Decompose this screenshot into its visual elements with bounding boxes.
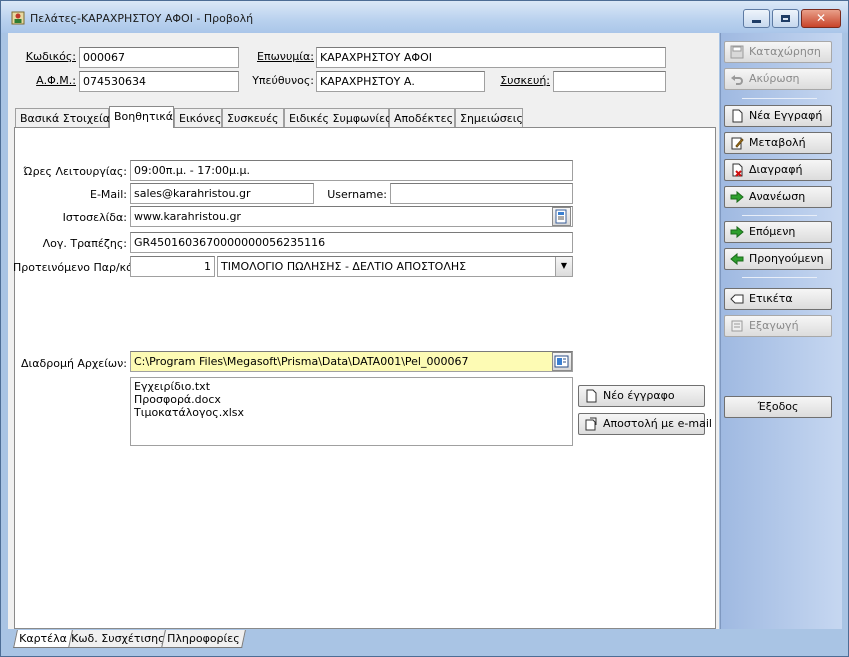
- doc-number-field[interactable]: 1: [130, 256, 215, 277]
- app-window: Πελάτες-ΚΑΡΑΧΡΗΣΤΟΥ ΑΦΟΙ - Προβολή ✕ Κωδ…: [0, 0, 849, 657]
- bottom-tab-card[interactable]: Καρτέλα: [13, 630, 73, 648]
- afm-label: Α.Φ.Μ.:: [36, 74, 76, 87]
- tag-icon: [730, 294, 744, 304]
- new-record-icon: [732, 109, 743, 123]
- separator: [742, 277, 817, 278]
- title-bar: Πελάτες-ΚΑΡΑΧΡΗΣΤΟΥ ΑΦΟΙ - Προβολή ✕: [1, 1, 848, 33]
- website-field[interactable]: www.karahristou.gr: [130, 206, 573, 227]
- bottom-tab-correlation-codes[interactable]: Κωδ. Συσχέτισης: [65, 630, 171, 648]
- window-title: Πελάτες-ΚΑΡΑΧΡΗΣΤΟΥ ΑΦΟΙ - Προβολή: [30, 12, 254, 25]
- arrow-right-icon: [730, 225, 744, 239]
- maximize-button[interactable]: [772, 9, 799, 28]
- web-page-icon: [555, 209, 567, 224]
- doc-type-select[interactable]: ΤΙΜΟΛΟΓΙΟ ΠΩΛΗΣΗΣ - ΔΕΛΤΙΟ ΑΠΟΣΤΟΛΗΣ: [217, 256, 573, 277]
- hours-label: Ώρες Λειτουργίας:: [23, 165, 127, 178]
- new-document-icon: [586, 389, 597, 403]
- export-button[interactable]: Εξαγωγή: [724, 315, 832, 337]
- maximize-icon: [781, 15, 790, 22]
- doc-type-dropdown-button[interactable]: ▼: [555, 257, 572, 276]
- responsible-field[interactable]: ΚΑΡΑΧΡΗΣΤΟΥ Α.: [316, 71, 485, 92]
- save-button[interactable]: Καταχώρηση: [724, 41, 832, 63]
- close-button[interactable]: ✕: [801, 9, 841, 28]
- arrow-left-icon: [730, 252, 744, 266]
- bank-label: Λογ. Τραπέζης:: [42, 237, 127, 250]
- device-label: Συσκευή:: [500, 74, 550, 87]
- save-icon: [730, 45, 744, 59]
- list-item[interactable]: Προσφορά.docx: [134, 393, 569, 406]
- path-label: Διαδρομή Αρχείων:: [21, 357, 127, 370]
- bottom-tab-info[interactable]: Πληροφορίες: [161, 630, 246, 648]
- doc-label: Προτεινόμενο Παρ/κό:: [13, 261, 137, 274]
- refresh-button[interactable]: Ανανέωση: [724, 186, 832, 208]
- tab-basic[interactable]: Βασικά Στοιχεία: [15, 108, 110, 127]
- minimize-button[interactable]: [743, 9, 770, 28]
- responsible-label: Υπεύθυνος:: [252, 74, 314, 87]
- file-path-field[interactable]: C:\Program Files\Megasoft\Prisma\Data\DA…: [130, 351, 573, 372]
- browse-folder-button[interactable]: [552, 352, 572, 371]
- files-list[interactable]: Εγχειρίδιο.txt Προσφορά.docx Τιμοκατάλογ…: [130, 377, 573, 446]
- name-label: Επωνυμία:: [257, 50, 314, 63]
- username-label: Username:: [327, 188, 387, 201]
- minimize-icon: [752, 20, 761, 23]
- chevron-down-icon: ▼: [560, 261, 568, 270]
- email-field[interactable]: sales@karahristou.gr: [130, 183, 314, 204]
- label-button[interactable]: Ετικέτα: [724, 288, 832, 310]
- separator: [742, 98, 817, 99]
- code-label: Κωδικός:: [25, 50, 76, 63]
- list-item[interactable]: Τιμοκατάλογος.xlsx: [134, 406, 569, 419]
- send-email-button[interactable]: Αποστολή με e-mail: [578, 413, 712, 435]
- edit-button[interactable]: Μεταβολή: [724, 132, 832, 154]
- afm-field[interactable]: 074530634: [79, 71, 239, 92]
- close-icon: ✕: [815, 11, 827, 25]
- tab-devices[interactable]: Συσκευές: [222, 108, 284, 127]
- new-document-button[interactable]: Νέο έγγραφο: [578, 385, 705, 407]
- open-website-button[interactable]: [552, 207, 571, 226]
- bank-account-field[interactable]: GR4501603670000000056235116: [130, 232, 573, 253]
- arrow-right-icon: [730, 190, 744, 204]
- export-icon: [731, 320, 743, 332]
- customer-app-icon: [11, 11, 25, 25]
- tab-notes[interactable]: Σημειώσεις: [455, 108, 523, 127]
- cancel-button[interactable]: Ακύρωση: [724, 68, 832, 90]
- delete-button[interactable]: Διαγραφή: [724, 159, 832, 181]
- next-button[interactable]: Επόμενη: [724, 221, 832, 243]
- hours-field[interactable]: 09:00π.μ. - 17:00μ.μ.: [130, 160, 573, 181]
- device-field[interactable]: [553, 71, 666, 92]
- tab-recipients[interactable]: Αποδέκτες: [389, 108, 455, 127]
- website-label: Ιστοσελίδα:: [62, 211, 127, 224]
- name-field[interactable]: ΚΑΡΑΧΡΗΣΤΟΥ ΑΦΟΙ: [316, 47, 666, 68]
- folder-browse-icon: [554, 355, 569, 368]
- code-field[interactable]: 000067: [79, 47, 239, 68]
- doc-type-value: ΤΙΜΟΛΟΓΙΟ ΠΩΛΗΣΗΣ - ΔΕΛΤΙΟ ΑΠΟΣΤΟΛΗΣ: [221, 260, 467, 273]
- send-document-icon: [585, 417, 597, 431]
- delete-icon: [732, 163, 743, 177]
- new-record-button[interactable]: Νέα Εγγραφή: [724, 105, 832, 127]
- edit-icon: [731, 137, 744, 150]
- undo-icon: [731, 75, 743, 85]
- list-item[interactable]: Εγχειρίδιο.txt: [134, 380, 569, 393]
- tab-images[interactable]: Εικόνες: [174, 108, 222, 127]
- separator: [742, 215, 817, 216]
- username-field[interactable]: [390, 183, 573, 204]
- previous-button[interactable]: Προηγούμενη: [724, 248, 832, 270]
- exit-button[interactable]: Έξοδος: [724, 396, 832, 418]
- email-label: E-Mail:: [90, 188, 127, 201]
- tab-special-agreements[interactable]: Ειδικές Συμφωνίες: [284, 108, 392, 127]
- tab-auxiliary[interactable]: Βοηθητικά: [109, 106, 174, 128]
